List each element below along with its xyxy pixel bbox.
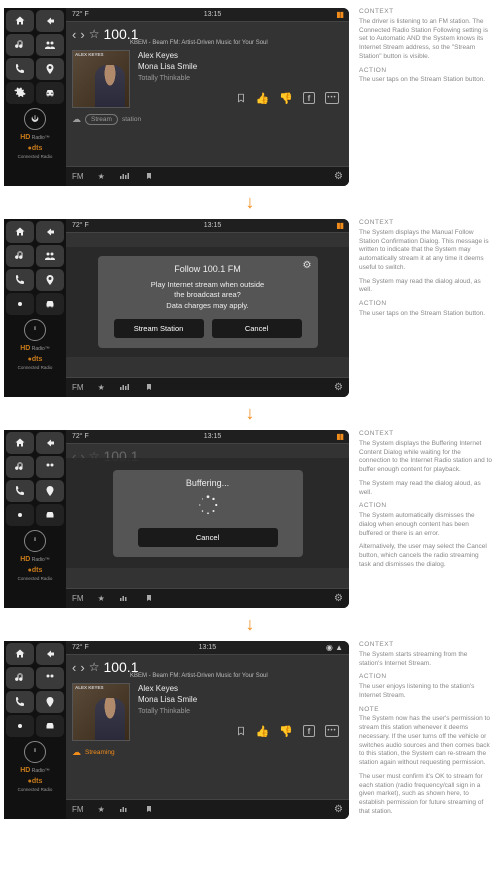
logos: HD Radio™ ●dts Connected Radio (18, 134, 53, 159)
dialog-title: Follow 100.1 FM (108, 264, 308, 274)
location-icon[interactable] (36, 691, 64, 713)
device-screen-3: HD Radio™●dtsConnected Radio 72° F13:15▮… (4, 430, 349, 608)
annotation-4: CONTEXT The System starts streaming from… (349, 641, 496, 822)
settings-icon[interactable] (6, 715, 34, 737)
phone-icon[interactable] (6, 58, 34, 80)
signal-icon: ▮▮ (336, 10, 343, 19)
album-name: Totally Thinkable (138, 74, 343, 84)
music-icon[interactable] (6, 34, 34, 56)
stream-station-button[interactable]: ☁ Stream station (72, 114, 343, 125)
car-icon[interactable] (36, 293, 64, 315)
modal-overlay: ⚙ Follow 100.1 FM Play Internet stream w… (66, 247, 349, 357)
tune-prev-icon[interactable]: ‹ (72, 27, 76, 42)
music-icon[interactable] (6, 456, 34, 478)
power-button[interactable] (24, 319, 46, 341)
car-icon[interactable] (36, 82, 64, 104)
cancel-button[interactable]: Cancel (212, 319, 302, 338)
sidebar: HD Radio™ ●dts Connected Radio (4, 8, 66, 186)
more-icon[interactable]: ••• (325, 725, 339, 737)
dialog-settings-icon[interactable]: ⚙ (303, 260, 312, 271)
modal-overlay: Buffering... Cancel (66, 458, 349, 568)
thumbs-down-icon[interactable]: 👎 (279, 725, 293, 742)
settings-icon[interactable] (6, 82, 34, 104)
home-icon[interactable] (6, 221, 34, 243)
location-icon[interactable] (36, 58, 64, 80)
car-icon[interactable] (36, 504, 64, 526)
power-button[interactable] (24, 108, 46, 130)
thumbs-down-icon[interactable]: 👎 (279, 92, 293, 109)
car-icon[interactable] (36, 715, 64, 737)
tune-next-icon[interactable]: › (80, 660, 84, 675)
music-icon[interactable] (6, 667, 34, 689)
tune-next-icon[interactable]: › (80, 27, 84, 42)
annotation-2: CONTEXT The System displays the Manual F… (349, 219, 496, 397)
back-icon[interactable] (36, 221, 64, 243)
track-title: Mona Lisa Smile (138, 61, 343, 72)
buffering-dialog: Buffering... Cancel (113, 470, 303, 557)
spinner-icon (123, 494, 293, 518)
artist-name: Alex Keyes (138, 50, 343, 61)
flow-arrow-icon: ↓ (78, 190, 423, 219)
device-screen-2: HD Radio™●dtsConnected Radio 72° F13:15▮… (4, 219, 349, 397)
album-art (72, 683, 130, 741)
contacts-icon[interactable] (36, 667, 64, 689)
stream-station-button[interactable]: Stream Station (114, 319, 204, 338)
bookmark-icon[interactable] (236, 725, 246, 742)
contacts-icon[interactable] (36, 245, 64, 267)
facebook-icon[interactable]: f (303, 92, 315, 104)
cloud-icon: ☁ (72, 114, 81, 125)
temperature: 72° F (72, 11, 89, 18)
phone-icon[interactable] (6, 269, 34, 291)
settings-icon[interactable] (6, 293, 34, 315)
cloud-icon: ☁ (72, 747, 81, 758)
music-icon[interactable] (6, 245, 34, 267)
station-subtitle: KBEM - Beam FM: Artist-Driven Music for … (130, 40, 343, 46)
favorite-icon[interactable]: ☆ (89, 660, 100, 674)
home-icon[interactable] (6, 10, 34, 32)
home-icon[interactable] (6, 432, 34, 454)
back-icon[interactable] (36, 10, 64, 32)
annotation-1: CONTEXT The driver is listening to an FM… (349, 8, 496, 186)
contacts-icon[interactable] (36, 456, 64, 478)
thumbs-up-icon[interactable]: 👍 (256, 725, 270, 742)
tab-favorites-icon[interactable]: ★ (98, 172, 105, 181)
wifi-icon: ◉ ▲ (326, 643, 343, 652)
album-art (72, 50, 130, 108)
streaming-indicator: ☁ Streaming (72, 747, 343, 758)
bookmark-icon[interactable] (236, 92, 246, 109)
annotation-3: CONTEXT The System displays the Bufferin… (349, 430, 496, 608)
location-icon[interactable] (36, 480, 64, 502)
phone-icon[interactable] (6, 480, 34, 502)
clock: 13:15 (204, 11, 222, 18)
phone-icon[interactable] (6, 691, 34, 713)
back-icon[interactable] (36, 643, 64, 665)
follow-station-dialog: ⚙ Follow 100.1 FM Play Internet stream w… (98, 256, 318, 349)
home-icon[interactable] (6, 643, 34, 665)
status-bar: 72° F 13:15 ▮▮ (66, 8, 349, 22)
dialog-message: Play Internet stream when outside the br… (108, 280, 308, 312)
device-screen-1: HD Radio™ ●dts Connected Radio 72° F 13:… (4, 8, 349, 186)
location-icon[interactable] (36, 269, 64, 291)
contacts-icon[interactable] (36, 34, 64, 56)
device-screen-4: HD Radio™●dtsConnected Radio 72° F13:15◉… (4, 641, 349, 819)
facebook-icon[interactable]: f (303, 725, 315, 737)
dialog-title: Buffering... (123, 478, 293, 488)
favorite-icon[interactable]: ☆ (89, 27, 100, 41)
back-icon[interactable] (36, 432, 64, 454)
bottom-bar: FM ★ ⚙ (66, 166, 349, 186)
tab-eq-icon[interactable] (119, 171, 131, 183)
tab-fm[interactable]: FM (72, 172, 84, 181)
power-button[interactable] (24, 530, 46, 552)
tune-prev-icon[interactable]: ‹ (72, 660, 76, 675)
settings-icon[interactable] (6, 504, 34, 526)
thumbs-up-icon[interactable]: 👍 (256, 92, 270, 109)
cancel-button[interactable]: Cancel (138, 528, 278, 547)
tab-bookmark-icon[interactable] (145, 171, 153, 183)
power-button[interactable] (24, 741, 46, 763)
settings-gear-icon[interactable]: ⚙ (334, 171, 343, 182)
more-icon[interactable]: ••• (325, 92, 339, 104)
